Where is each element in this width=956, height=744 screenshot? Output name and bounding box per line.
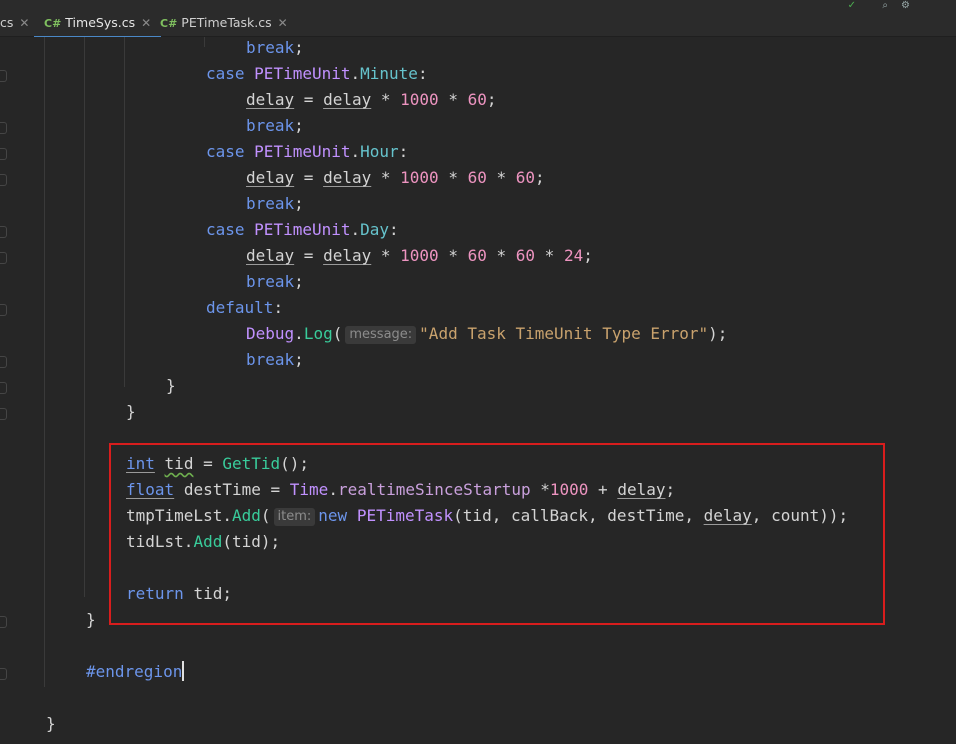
code-line: delay = delay * 1000 * 60; bbox=[246, 90, 497, 109]
keyword-case: case bbox=[206, 64, 245, 83]
fold-marker[interactable] bbox=[0, 668, 7, 680]
tab-timesys[interactable]: C# TimeSys.cs ✕ bbox=[34, 9, 162, 38]
keyword-break: break bbox=[246, 194, 295, 213]
class-debug: Debug bbox=[246, 324, 295, 343]
code-line: delay = delay * 1000 * 60 * 60; bbox=[246, 168, 545, 187]
fold-marker[interactable] bbox=[0, 382, 7, 394]
fold-marker[interactable] bbox=[0, 304, 7, 316]
code-line: #endregion bbox=[86, 659, 185, 685]
indent-guide bbox=[84, 37, 85, 597]
number-literal: 1000 bbox=[400, 168, 439, 187]
csharp-file-icon: C# bbox=[160, 17, 178, 30]
tab-petimetask[interactable]: C# PETimeTask.cs ✕ bbox=[160, 9, 288, 36]
code-line: case PETimeUnit.Hour: bbox=[206, 142, 409, 161]
fold-marker[interactable] bbox=[0, 70, 7, 82]
enum-member: Minute bbox=[360, 64, 418, 83]
number-literal: 60 bbox=[467, 90, 487, 109]
enum-type: PETimeUnit bbox=[254, 220, 351, 239]
indent-guide bbox=[124, 37, 125, 387]
code-line: } bbox=[166, 376, 176, 395]
tab-label: cs bbox=[0, 15, 14, 30]
number-literal: 24 bbox=[563, 246, 584, 265]
number-literal: 60 bbox=[467, 168, 487, 187]
variable-delay: delay bbox=[323, 90, 372, 109]
keyword-case: case bbox=[206, 142, 245, 161]
code-line: delay = delay * 1000 * 60 * 60 * 24; bbox=[246, 246, 593, 265]
indent-guide bbox=[44, 37, 45, 687]
code-line: Debug.Log(message: "Add Task TimeUnit Typ… bbox=[246, 324, 728, 344]
number-literal: 1000 bbox=[400, 90, 439, 109]
code-line: default: bbox=[206, 298, 284, 317]
code-line: break; bbox=[246, 272, 304, 291]
number-literal: 60 bbox=[467, 246, 487, 265]
enum-member: Hour bbox=[360, 142, 399, 161]
keyword-default: default bbox=[206, 298, 274, 317]
keyword-case: case bbox=[206, 220, 245, 239]
fold-marker[interactable] bbox=[0, 122, 7, 134]
fold-marker[interactable] bbox=[0, 252, 7, 264]
region-directive: #endregion bbox=[86, 662, 183, 681]
string-literal: "Add Task TimeUnit Type Error" bbox=[419, 324, 709, 343]
enum-type: PETimeUnit bbox=[254, 142, 351, 161]
editor-tab-bar: cs ✕ C# TimeSys.cs ✕ C# PETimeTask.cs ✕ ✓ ⌕ ⚙ bbox=[0, 0, 956, 38]
code-line: } bbox=[46, 714, 56, 733]
csharp-file-icon: C# bbox=[44, 17, 62, 30]
settings-icon[interactable]: ⚙ bbox=[901, 0, 910, 11]
code-line: break; bbox=[246, 194, 304, 213]
close-icon[interactable]: ✕ bbox=[278, 16, 288, 30]
variable-delay: delay bbox=[246, 246, 295, 265]
keyword-break: break bbox=[246, 272, 295, 291]
enum-member: Day bbox=[360, 220, 390, 239]
code-line: case PETimeUnit.Day: bbox=[206, 220, 399, 239]
variable-delay: delay bbox=[246, 90, 295, 109]
text-caret bbox=[182, 661, 185, 681]
parameter-hint: message: bbox=[345, 326, 417, 344]
code-editor[interactable]: break; case PETimeUnit.Minute: delay = d… bbox=[0, 37, 956, 744]
tab-label: TimeSys.cs bbox=[65, 15, 136, 30]
keyword-break: break bbox=[246, 38, 295, 57]
code-line: } bbox=[126, 402, 136, 421]
number-literal: 60 bbox=[515, 168, 536, 187]
close-icon[interactable]: ✕ bbox=[141, 16, 151, 30]
close-icon[interactable]: ✕ bbox=[19, 16, 29, 30]
enum-type: PETimeUnit bbox=[254, 64, 351, 83]
keyword-break: break bbox=[246, 116, 295, 135]
indent-guide bbox=[204, 37, 205, 47]
variable-delay: delay bbox=[323, 246, 372, 265]
search-icon[interactable]: ⌕ bbox=[882, 0, 888, 11]
fold-marker[interactable] bbox=[0, 226, 7, 238]
code-line: break; bbox=[246, 116, 304, 135]
number-literal: 60 bbox=[515, 246, 536, 265]
tab-previous-file[interactable]: cs ✕ bbox=[0, 9, 29, 36]
method-log: Log bbox=[303, 324, 333, 343]
number-literal: 1000 bbox=[400, 246, 439, 265]
code-line: case PETimeUnit.Minute: bbox=[206, 64, 428, 83]
check-icon[interactable]: ✓ bbox=[848, 0, 856, 11]
variable-delay: delay bbox=[246, 168, 295, 187]
code-line: break; bbox=[246, 350, 304, 369]
fold-marker[interactable] bbox=[0, 616, 7, 628]
highlight-box bbox=[109, 443, 885, 625]
fold-marker[interactable] bbox=[0, 408, 7, 420]
tab-label: PETimeTask.cs bbox=[181, 15, 272, 30]
keyword-break: break bbox=[246, 350, 295, 369]
fold-marker[interactable] bbox=[0, 174, 7, 186]
fold-marker[interactable] bbox=[0, 148, 7, 160]
fold-marker[interactable] bbox=[0, 356, 7, 368]
code-line: break; bbox=[246, 38, 304, 57]
code-line: } bbox=[86, 610, 96, 629]
variable-delay: delay bbox=[323, 168, 372, 187]
